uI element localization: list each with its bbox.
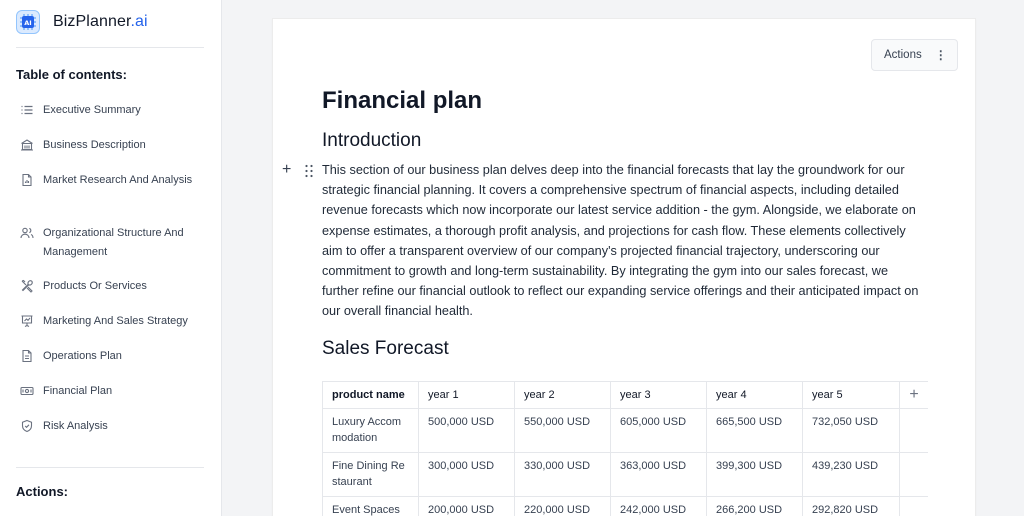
column-header[interactable]: year 5	[802, 381, 900, 409]
table-cell[interactable]: 300,000 USD	[418, 452, 515, 497]
column-header[interactable]: year 4	[706, 381, 803, 409]
document-icon	[22, 349, 32, 363]
drag-handle-icon[interactable]	[304, 164, 314, 178]
actions-button[interactable]: Actions ⋮	[871, 39, 958, 71]
toc-item-executive-summary[interactable]: Executive Summary	[0, 101, 222, 136]
table-cell[interactable]: Luxury Accommodation	[322, 408, 419, 453]
table-cell-empty	[899, 408, 928, 453]
sales-forecast-table-container: product name year 1 year 2 year 3 year 4…	[322, 381, 928, 516]
section-heading-sales-forecast: Sales Forecast	[322, 338, 449, 359]
table-cell[interactable]: 200,000 USD	[418, 496, 515, 516]
toc-item-operations-plan[interactable]: Operations Plan	[0, 347, 222, 382]
list-icon	[21, 105, 33, 115]
table-cell[interactable]: Event Spaces	[322, 496, 419, 516]
toc-item-risk-analysis[interactable]: Risk Analysis	[0, 417, 222, 452]
tools-icon	[21, 279, 33, 293]
brand-name-text: BizPlanner	[53, 13, 131, 30]
table-cell[interactable]: 500,000 USD	[418, 408, 515, 453]
kebab-icon: ⋮	[934, 48, 947, 62]
toc-item-business-description[interactable]: Business Description	[0, 136, 222, 171]
table-cell[interactable]: 330,000 USD	[514, 452, 611, 497]
toc-item-products-or-services[interactable]: Products Or Services	[0, 277, 222, 312]
column-header[interactable]: year 1	[418, 381, 515, 409]
toc-label: Operations Plan	[43, 350, 122, 362]
shield-icon	[21, 419, 33, 433]
table-row: Luxury Accommodation 500,000 USD 550,000…	[322, 408, 928, 453]
sidebar: AI BizPlanner.ai Table of contents: Exec…	[0, 0, 222, 516]
table-cell[interactable]: 242,000 USD	[610, 496, 707, 516]
toc-label: Market Research And Analysis	[43, 174, 193, 186]
toc-list: Executive Summary Business Description M…	[0, 101, 222, 452]
toc-item-financial-plan[interactable]: Financial Plan	[0, 382, 222, 417]
brand[interactable]: AI BizPlanner.ai	[16, 10, 148, 34]
toc-label: Business Description	[43, 139, 146, 151]
table-row: Fine Dining Restaurant 300,000 USD 330,0…	[322, 452, 928, 497]
table-cell[interactable]: 292,820 USD	[802, 496, 900, 516]
brand-suffix: .ai	[130, 13, 148, 30]
table-cell[interactable]: 439,230 USD	[802, 452, 900, 497]
logo-text: AI	[24, 19, 31, 27]
users-icon	[20, 227, 34, 239]
table-cell[interactable]: 220,000 USD	[514, 496, 611, 516]
page-title: Financial plan	[322, 87, 483, 114]
table-cell[interactable]: 665,500 USD	[706, 408, 803, 453]
table-cell[interactable]: 363,000 USD	[610, 452, 707, 497]
sales-forecast-table: product name year 1 year 2 year 3 year 4…	[322, 381, 928, 516]
table-cell[interactable]: 266,200 USD	[706, 496, 803, 516]
intro-paragraph[interactable]: This section of our business plan delves…	[322, 160, 922, 322]
add-block-icon[interactable]: +	[282, 161, 291, 179]
table-cell-empty	[899, 496, 928, 516]
actions-label: Actions	[884, 49, 922, 61]
document-card: Actions ⋮ Financial plan Introduction + …	[272, 18, 976, 516]
toc-item-market-research[interactable]: Market Research And Analysis	[0, 171, 222, 224]
document-chart-icon	[22, 173, 32, 187]
add-column-icon[interactable]: +	[899, 381, 928, 409]
table-cell[interactable]: 605,000 USD	[610, 408, 707, 453]
section-heading-introduction: Introduction	[322, 130, 422, 151]
toc-item-marketing-and-sales[interactable]: Marketing And Sales Strategy	[0, 312, 222, 347]
table-cell[interactable]: 732,050 USD	[802, 408, 900, 453]
toc-label: Risk Analysis	[43, 420, 108, 432]
table-cell[interactable]: 550,000 USD	[514, 408, 611, 453]
brand-name: BizPlanner.ai	[53, 13, 148, 31]
column-header[interactable]: product name	[322, 381, 419, 409]
toc-label: Financial Plan	[43, 385, 113, 397]
table-header-row: product name year 1 year 2 year 3 year 4…	[322, 381, 928, 409]
sidebar-divider	[16, 47, 204, 48]
toc-label: Products Or Services	[43, 280, 147, 292]
logo-icon: AI	[16, 10, 40, 34]
toc-label: Executive Summary	[43, 104, 141, 116]
toc-label: Organizational Structure And Management	[43, 227, 184, 258]
column-header[interactable]: year 2	[514, 381, 611, 409]
presentation-icon	[21, 315, 33, 327]
banknote-icon	[20, 386, 34, 396]
table-row: Event Spaces 200,000 USD 220,000 USD 242…	[322, 496, 928, 516]
column-header[interactable]: year 3	[610, 381, 707, 409]
building-icon	[21, 139, 33, 151]
table-cell-empty	[899, 452, 928, 497]
actions-title: Actions:	[16, 484, 68, 499]
table-cell[interactable]: Fine Dining Restaurant	[322, 452, 419, 497]
toc-item-organizational-structure[interactable]: Organizational Structure And Management	[0, 224, 222, 277]
toc-title: Table of contents:	[16, 67, 127, 82]
table-cell[interactable]: 399,300 USD	[706, 452, 803, 497]
toc-label: Marketing And Sales Strategy	[43, 315, 188, 327]
sidebar-divider	[16, 467, 204, 468]
